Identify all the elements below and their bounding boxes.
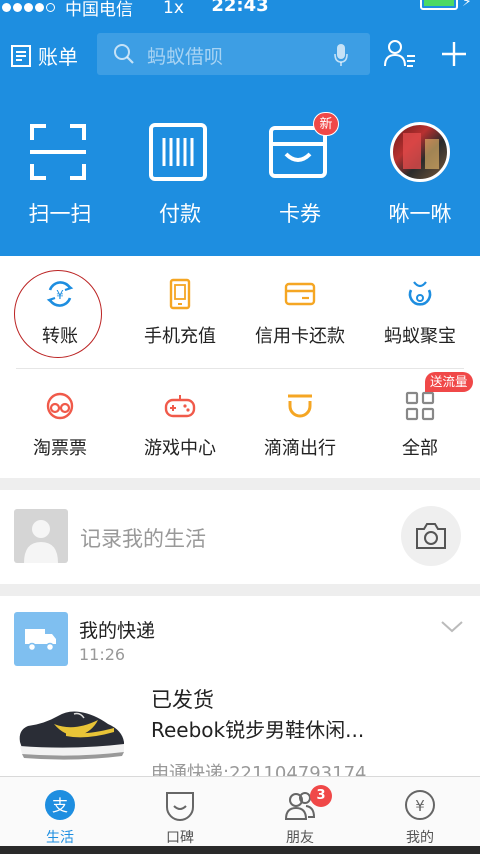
service-phone-topup[interactable]: 手机充值 (120, 256, 240, 366)
quick-pay-label: 付款 (159, 202, 201, 226)
status-bar: 中国电信 1x 22:43 ⚡ (0, 0, 480, 18)
tracking-number: 申通快递:221104793174 (151, 763, 367, 776)
tab-bar: 支 生活 口碑 朋友 ¥ 我的 (0, 776, 480, 846)
truck-icon-box (14, 612, 68, 666)
plus-icon[interactable] (436, 36, 472, 72)
camera-icon (416, 523, 446, 549)
tab-life-label: 生活 (46, 830, 74, 846)
service-taopiaopiao[interactable]: 淘票票 (0, 368, 120, 478)
service-credit-label: 信用卡还款 (255, 326, 345, 347)
tab-friends-label: 朋友 (286, 830, 314, 846)
express-title: 我的快递 (79, 620, 156, 642)
charging-icon: ⚡ (462, 0, 472, 10)
service-phone-label: 手机充值 (144, 326, 216, 347)
service-all-label: 全部 (402, 438, 438, 459)
service-game-label: 游戏中心 (144, 438, 216, 459)
tab-life[interactable]: 支 生活 (0, 777, 120, 847)
express-card[interactable]: 我的快递 11:26 已发货 Reebok锐步男鞋休闲... 申通快递:2211… (0, 596, 480, 776)
tab-friends[interactable]: 朋友 (240, 777, 360, 847)
search-input[interactable]: 蚂蚁借呗 (97, 33, 370, 75)
search-placeholder: 蚂蚁借呗 (147, 46, 224, 68)
svg-text:¥: ¥ (415, 797, 425, 815)
quick-coupons[interactable]: 卡券 (240, 108, 360, 238)
shipping-status: 已发货 (151, 688, 214, 712)
svg-text:支: 支 (52, 796, 68, 815)
user-avatar-placeholder (14, 509, 68, 563)
gamepad-icon (164, 395, 196, 418)
service-fortune-label: 蚂蚁聚宝 (384, 326, 456, 347)
truck-icon (25, 629, 56, 652)
koubei-icon (166, 792, 194, 821)
grid-icon (405, 391, 435, 421)
new-badge: 新 (313, 112, 339, 136)
tab-koubei-label: 口碑 (166, 830, 194, 846)
service-didi[interactable]: 滴滴出行 (240, 368, 360, 478)
bill-button[interactable]: 账单 (10, 41, 78, 70)
scan-icon (30, 124, 86, 180)
life-icon: 支 (45, 790, 75, 820)
quick-coupons-label: 卡券 (279, 202, 321, 226)
tab-mine-label: 我的 (406, 830, 434, 846)
service-didi-label: 滴滴出行 (264, 438, 336, 459)
didi-icon (288, 394, 312, 418)
quick-scan-label: 扫一扫 (28, 202, 92, 226)
service-taopiao-label: 淘票票 (33, 438, 87, 459)
ant-fortune-icon (408, 281, 432, 306)
service-ant-fortune[interactable]: 蚂蚁聚宝 (360, 256, 480, 366)
friends-badge: 3 (310, 785, 332, 807)
quick-xiu-label: 咻一咻 (388, 202, 452, 226)
glasses-icon (46, 392, 74, 420)
product-name: Reebok锐步男鞋休闲... (151, 718, 365, 742)
life-record-card[interactable]: 记录我的生活 (0, 490, 480, 584)
contacts-icon[interactable] (382, 36, 418, 72)
camera-button[interactable] (401, 506, 461, 566)
credit-card-icon (284, 282, 316, 306)
bill-label: 账单 (38, 45, 78, 69)
highlight-circle (14, 270, 102, 358)
tab-mine[interactable]: ¥ 我的 (360, 777, 480, 847)
barcode-icon (149, 123, 207, 181)
yuan-icon: ¥ (405, 790, 435, 820)
person-icon (24, 520, 58, 563)
search-icon (114, 44, 134, 64)
chevron-down-icon[interactable] (440, 620, 464, 634)
bottom-edge (0, 846, 480, 854)
tab-koubei[interactable]: 口碑 (120, 777, 240, 847)
phone-icon (169, 278, 191, 310)
quick-scan[interactable]: 扫一扫 (0, 108, 120, 238)
quick-pay[interactable]: 付款 (120, 108, 240, 238)
mic-icon[interactable] (333, 43, 349, 67)
avatar-photo[interactable] (390, 122, 450, 182)
service-game-center[interactable]: 游戏中心 (120, 368, 240, 478)
life-prompt: 记录我的生活 (80, 527, 206, 551)
express-time: 11:26 (79, 645, 126, 664)
bill-icon (11, 44, 31, 67)
battery-icon (420, 0, 458, 10)
shoe-image (19, 711, 125, 760)
clock: 22:43 (211, 0, 269, 16)
traffic-badge: 送流量 (425, 372, 473, 392)
service-credit-card[interactable]: 信用卡还款 (240, 256, 360, 366)
navbar: 账单 蚂蚁借呗 (0, 30, 480, 78)
